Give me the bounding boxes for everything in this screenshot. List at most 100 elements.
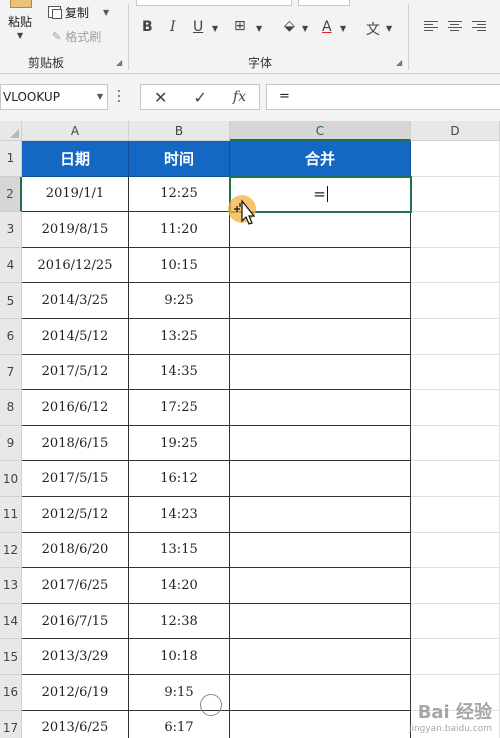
time-cell[interactable]: 13:25 <box>129 319 230 355</box>
empty-cell-d[interactable] <box>411 247 500 284</box>
chevron-down-icon[interactable]: ▼ <box>386 24 392 33</box>
header-cell-c[interactable]: 合并 <box>230 141 411 177</box>
chevron-down-icon[interactable]: ▼ <box>340 24 346 33</box>
date-cell[interactable]: 2019/8/15 <box>22 212 129 248</box>
row-header-16[interactable]: 16 <box>0 675 22 711</box>
merge-cell[interactable] <box>230 212 411 248</box>
dialog-launcher-icon[interactable]: ◢ <box>116 58 122 67</box>
empty-cell-d[interactable] <box>411 176 500 213</box>
dialog-launcher-icon[interactable]: ◢ <box>396 58 402 67</box>
empty-cell-d[interactable] <box>411 461 500 497</box>
date-cell[interactable]: 2014/3/25 <box>22 283 129 319</box>
merge-cell[interactable] <box>230 710 411 738</box>
select-all-button[interactable] <box>0 121 22 141</box>
merge-cell[interactable] <box>230 461 411 497</box>
empty-cell-d[interactable] <box>411 497 500 533</box>
column-header-d[interactable]: D <box>411 121 500 141</box>
row-header-5[interactable]: 5 <box>0 283 22 319</box>
time-cell[interactable]: 12:25 <box>129 176 230 213</box>
time-cell[interactable]: 16:12 <box>129 461 230 497</box>
merge-cell[interactable] <box>230 532 411 569</box>
row-header-15[interactable]: 15 <box>0 639 22 675</box>
empty-cell-d[interactable] <box>411 141 500 177</box>
row-header-17[interactable]: 17 <box>0 710 22 738</box>
underline-button[interactable]: U <box>193 19 203 35</box>
merge-cell[interactable] <box>230 497 411 533</box>
empty-cell-d[interactable] <box>411 319 500 355</box>
column-header-b[interactable]: B <box>129 121 230 141</box>
align-right-icon[interactable] <box>472 21 486 33</box>
empty-cell-d[interactable] <box>411 568 500 604</box>
row-header-12[interactable]: 12 <box>0 532 22 569</box>
chevron-down-icon[interactable]: ▼ <box>256 24 262 33</box>
time-cell[interactable]: 14:20 <box>129 568 230 604</box>
empty-cell-d[interactable] <box>411 390 500 426</box>
date-cell[interactable]: 2018/6/15 <box>22 425 129 462</box>
empty-cell-d[interactable] <box>411 532 500 569</box>
empty-cell-d[interactable] <box>411 425 500 462</box>
align-center-icon[interactable] <box>448 21 462 33</box>
merge-cell[interactable] <box>230 319 411 355</box>
date-cell[interactable]: 2017/5/12 <box>22 354 129 391</box>
fill-color-icon[interactable]: ⬙ <box>284 18 295 34</box>
format-painter-button[interactable]: ✎ 格式刷 <box>52 28 101 45</box>
row-header-4[interactable]: 4 <box>0 247 22 284</box>
column-header-c[interactable]: C <box>230 121 411 141</box>
chevron-down-icon[interactable]: ▼ <box>302 24 308 33</box>
date-cell[interactable]: 2012/6/19 <box>22 675 129 711</box>
column-header-a[interactable]: A <box>22 121 129 141</box>
row-header-9[interactable]: 9 <box>0 425 22 462</box>
row-header-13[interactable]: 13 <box>0 568 22 604</box>
cancel-icon[interactable]: ✕ <box>154 88 167 107</box>
enter-icon[interactable]: ✓ <box>193 88 206 107</box>
time-cell[interactable]: 9:25 <box>129 283 230 319</box>
time-cell[interactable]: 10:15 <box>129 247 230 284</box>
font-name-select[interactable] <box>136 0 292 6</box>
date-cell[interactable]: 2016/6/12 <box>22 390 129 426</box>
empty-cell-d[interactable] <box>411 212 500 248</box>
merge-cell[interactable] <box>230 247 411 284</box>
time-cell[interactable]: 12:38 <box>129 603 230 640</box>
drag-handle-icon[interactable] <box>118 90 121 104</box>
date-cell[interactable]: 2014/5/12 <box>22 319 129 355</box>
italic-button[interactable]: I <box>170 19 176 35</box>
empty-cell-d[interactable] <box>411 354 500 391</box>
chevron-down-icon[interactable]: ▼ <box>97 85 103 109</box>
chevron-down-icon[interactable]: ▼ <box>103 8 109 17</box>
merge-cell[interactable] <box>230 639 411 675</box>
merge-cell[interactable] <box>230 675 411 711</box>
merge-cell[interactable] <box>230 390 411 426</box>
phonetic-guide-button[interactable]: 文 <box>366 19 380 39</box>
row-header-14[interactable]: 14 <box>0 603 22 640</box>
time-cell[interactable]: 14:35 <box>129 354 230 391</box>
date-cell[interactable]: 2016/12/25 <box>22 247 129 284</box>
empty-cell-d[interactable] <box>411 603 500 640</box>
row-header-11[interactable]: 11 <box>0 497 22 533</box>
time-cell[interactable]: 10:18 <box>129 639 230 675</box>
paste-button[interactable]: 粘贴 ▼ <box>0 0 44 52</box>
time-cell[interactable]: 17:25 <box>129 390 230 426</box>
chevron-down-icon[interactable]: ▼ <box>17 31 23 40</box>
date-cell[interactable]: 2017/6/25 <box>22 568 129 604</box>
date-cell[interactable]: 2017/5/15 <box>22 461 129 497</box>
merge-cell[interactable] <box>230 425 411 462</box>
date-cell[interactable]: 2016/7/15 <box>22 603 129 640</box>
font-color-button[interactable]: A <box>322 19 332 35</box>
date-cell[interactable]: 2019/1/1 <box>22 176 129 213</box>
merge-cell[interactable] <box>230 603 411 640</box>
row-header-3[interactable]: 3 <box>0 212 22 248</box>
merge-cell[interactable] <box>230 283 411 319</box>
bold-button[interactable]: B <box>142 19 153 35</box>
date-cell[interactable]: 2013/3/29 <box>22 639 129 675</box>
time-cell[interactable]: 19:25 <box>129 425 230 462</box>
header-cell-a[interactable]: 日期 <box>22 141 129 177</box>
font-size-select[interactable] <box>298 0 350 6</box>
date-cell[interactable]: 2012/5/12 <box>22 497 129 533</box>
formula-input[interactable]: = <box>266 84 500 110</box>
name-box[interactable]: VLOOKUP ▼ <box>0 84 108 110</box>
copy-button[interactable]: 复制 ▼ <box>48 4 109 20</box>
time-cell[interactable]: 14:23 <box>129 497 230 533</box>
date-cell[interactable]: 2013/6/25 <box>22 710 129 738</box>
worksheet-grid[interactable]: ABCD 1 2 3 4 5 6 7 8 9 10 11 12 13 14 15 16 17 日期 时间 合并 201… <box>0 121 500 738</box>
chevron-down-icon[interactable]: ▼ <box>212 24 218 33</box>
